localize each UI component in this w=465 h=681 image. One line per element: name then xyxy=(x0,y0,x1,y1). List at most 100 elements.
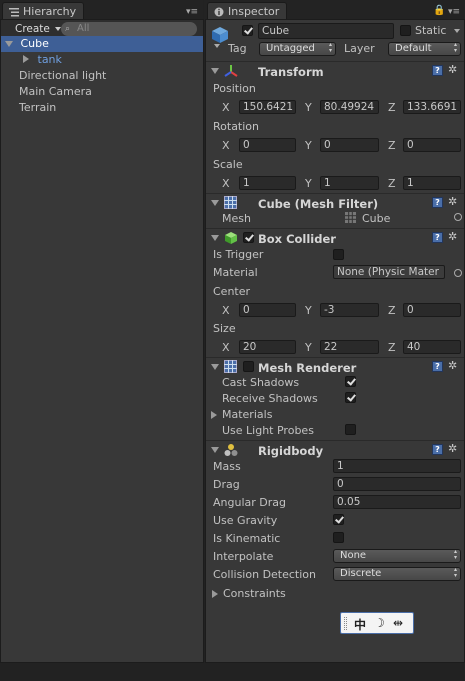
transform-header[interactable]: Transform ? ✲ xyxy=(206,63,464,81)
tab-hierarchy-label: Hierarchy xyxy=(23,5,77,18)
gear-icon[interactable]: ✲ xyxy=(448,360,460,372)
object-name-field[interactable]: Cube xyxy=(258,23,394,39)
mass-field[interactable]: 1 xyxy=(333,459,461,473)
constraints-expand-arrow-icon[interactable] xyxy=(212,590,218,598)
moon-icon[interactable]: ☽ xyxy=(374,616,385,630)
hierarchy-item-main-camera[interactable]: Main Camera xyxy=(1,84,203,100)
create-dropdown-button[interactable]: Create xyxy=(5,22,64,36)
inspector-panel-menu-icon[interactable]: ▾≡ xyxy=(448,7,460,17)
receive-shadows-checkbox[interactable] xyxy=(345,392,356,403)
icon-picker-arrow-icon[interactable] xyxy=(214,44,220,48)
use-light-probes-checkbox[interactable] xyxy=(345,424,356,435)
scale-label: Scale xyxy=(213,158,243,171)
tag-label: Tag xyxy=(228,42,247,55)
hierarchy-panel-menu-icon[interactable]: ▾≡ xyxy=(186,7,198,17)
is-kinematic-checkbox[interactable] xyxy=(333,532,344,543)
mesh-value[interactable]: Cube xyxy=(362,212,390,225)
hierarchy-search-input[interactable]: ⌕ All xyxy=(61,22,197,36)
hierarchy-item-label: Cube xyxy=(20,37,49,50)
scale-z-field[interactable]: 1 xyxy=(403,176,461,190)
position-z-field[interactable]: 133.6691 xyxy=(403,100,461,114)
hierarchy-item-label: Terrain xyxy=(19,101,57,114)
mesh-renderer-title: Mesh Renderer xyxy=(258,361,357,375)
rotation-y-field[interactable]: 0 xyxy=(320,138,379,152)
mesh-renderer-header[interactable]: Mesh Renderer ? ✲ xyxy=(206,359,464,377)
rotation-z-field[interactable]: 0 xyxy=(403,138,461,152)
hierarchy-panel: Create ⌕ All Cube tank Directional light… xyxy=(0,19,204,663)
tab-hierarchy[interactable]: Hierarchy xyxy=(2,2,84,20)
hierarchy-item-terrain[interactable]: Terrain xyxy=(1,100,203,116)
scale-x-field[interactable]: 1 xyxy=(239,176,296,190)
center-z-field[interactable]: 0 xyxy=(403,303,461,317)
help-icon[interactable]: ? xyxy=(432,65,443,76)
inspector-panel: Cube Static Tag Untagged Layer Default T… xyxy=(205,19,465,663)
layer-dropdown[interactable]: Default xyxy=(388,42,461,56)
rigidbody-header[interactable]: Rigidbody ? ✲ xyxy=(206,442,464,460)
scale-y-field[interactable]: 1 xyxy=(320,176,379,190)
axis-x-label: X xyxy=(222,304,230,317)
mesh-filter-header[interactable]: Cube (Mesh Filter) ? ✲ xyxy=(206,195,464,213)
lock-icon[interactable]: 🔒 xyxy=(433,5,445,16)
gear-icon[interactable]: ✲ xyxy=(448,196,460,208)
gear-icon[interactable]: ✲ xyxy=(448,443,460,455)
static-checkbox[interactable] xyxy=(400,25,411,36)
position-x-field[interactable]: 150.6421 xyxy=(239,100,296,114)
expand-arrow-icon[interactable] xyxy=(5,41,13,47)
angular-drag-field[interactable]: 0.05 xyxy=(333,495,461,509)
help-icon[interactable]: ? xyxy=(432,197,443,208)
interpolate-dropdown[interactable]: None xyxy=(333,549,461,563)
center-y-field[interactable]: -3 xyxy=(320,303,379,317)
mesh-renderer-icon xyxy=(224,360,237,373)
help-icon[interactable]: ? xyxy=(432,232,443,243)
drag-handle-icon[interactable] xyxy=(344,617,347,630)
active-checkbox[interactable] xyxy=(242,25,253,36)
collision-detection-dropdown[interactable]: Discrete xyxy=(333,567,461,581)
axis-z-label: Z xyxy=(388,304,396,317)
is-trigger-checkbox[interactable] xyxy=(333,249,344,260)
object-picker-icon[interactable] xyxy=(454,269,462,277)
gear-icon[interactable]: ✲ xyxy=(448,64,460,76)
materials-expand-arrow-icon[interactable] xyxy=(211,411,217,419)
axis-y-label: Y xyxy=(305,177,312,190)
use-gravity-checkbox[interactable] xyxy=(333,514,344,525)
fold-arrow-icon[interactable] xyxy=(211,447,219,453)
position-y-field[interactable]: 80.49924 xyxy=(320,100,379,114)
size-z-field[interactable]: 40 xyxy=(403,340,461,354)
punctuation-icon[interactable]: ⇹ xyxy=(393,616,403,630)
help-icon[interactable]: ? xyxy=(432,444,443,455)
collision-detection-label: Collision Detection xyxy=(213,568,317,581)
use-light-probes-label: Use Light Probes xyxy=(222,424,314,437)
gear-icon[interactable]: ✲ xyxy=(448,231,460,243)
fold-arrow-icon[interactable] xyxy=(211,235,219,241)
fold-arrow-icon[interactable] xyxy=(211,200,219,206)
size-y-field[interactable]: 22 xyxy=(320,340,379,354)
object-picker-icon[interactable] xyxy=(454,213,462,221)
rigidbody-icon xyxy=(224,443,238,457)
box-collider-enabled-checkbox[interactable] xyxy=(243,232,254,243)
hierarchy-item-tank[interactable]: tank xyxy=(1,52,203,68)
constraints-label[interactable]: Constraints xyxy=(223,587,286,600)
materials-label[interactable]: Materials xyxy=(222,408,272,421)
drag-field[interactable]: 0 xyxy=(333,477,461,491)
ime-toolbar[interactable]: 中 ☽ ⇹ xyxy=(340,612,414,634)
center-x-field[interactable]: 0 xyxy=(239,303,296,317)
tag-dropdown[interactable]: Untagged xyxy=(259,42,336,56)
box-collider-header[interactable]: Box Collider ? ✲ xyxy=(206,230,464,248)
fold-arrow-icon[interactable] xyxy=(211,68,219,74)
hierarchy-item-cube[interactable]: Cube xyxy=(1,36,203,52)
mesh-renderer-enabled-checkbox[interactable] xyxy=(243,361,254,372)
help-icon[interactable]: ? xyxy=(432,361,443,372)
collapse-arrow-icon[interactable] xyxy=(23,55,29,63)
fold-arrow-icon[interactable] xyxy=(211,364,219,370)
ime-lang-label[interactable]: 中 xyxy=(354,616,366,633)
divider xyxy=(206,61,464,62)
interpolate-label: Interpolate xyxy=(213,550,274,563)
size-x-field[interactable]: 20 xyxy=(239,340,296,354)
static-label: Static xyxy=(415,24,447,37)
material-field[interactable]: None (Physic Mater xyxy=(333,265,445,279)
cast-shadows-checkbox[interactable] xyxy=(345,376,356,387)
tab-inspector[interactable]: Inspector xyxy=(207,2,287,20)
static-dropdown-arrow-icon[interactable] xyxy=(454,29,460,33)
hierarchy-item-directional-light[interactable]: Directional light xyxy=(1,68,203,84)
rotation-x-field[interactable]: 0 xyxy=(239,138,296,152)
